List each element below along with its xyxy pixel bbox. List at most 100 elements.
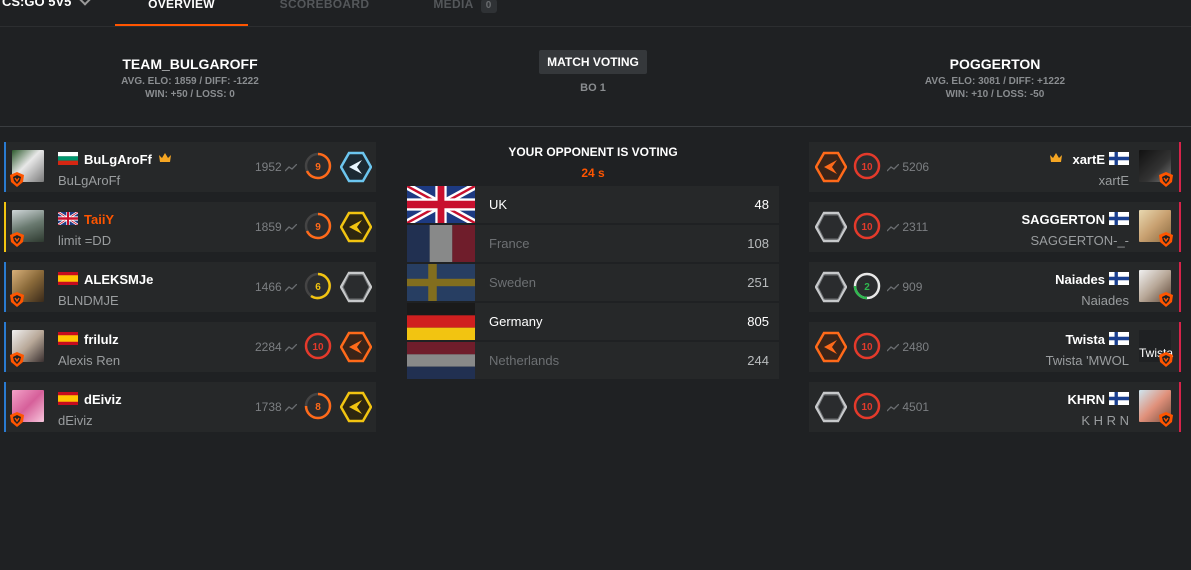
rank-icon bbox=[815, 271, 847, 303]
right-team-win-loss: WIN: +10 / LOSS: -50 bbox=[945, 89, 1045, 100]
level-badge: 10 bbox=[853, 332, 881, 360]
player-elo: 909 bbox=[887, 280, 922, 294]
level-badge: 10 bbox=[853, 152, 881, 180]
left-team-name: TEAM_BULGAROFF bbox=[122, 56, 258, 72]
left-team-avg-elo: AVG. ELO: 1859 / DIFF: -1222 bbox=[121, 76, 259, 87]
player-name[interactable]: KHRN bbox=[1067, 392, 1105, 407]
player-name[interactable]: Twista bbox=[1066, 332, 1106, 347]
trend-icon bbox=[285, 224, 297, 232]
player-name[interactable]: dEiviz bbox=[84, 392, 122, 407]
player-name[interactable]: ALEKSMJe bbox=[84, 272, 153, 287]
team-color-bar bbox=[1179, 202, 1181, 252]
level-badge: 9 bbox=[304, 212, 332, 240]
trend-icon bbox=[285, 404, 297, 412]
team-color-bar bbox=[4, 322, 6, 372]
rank-icon bbox=[815, 211, 847, 243]
flag-netherlands-icon bbox=[407, 342, 475, 379]
trend-icon bbox=[285, 164, 297, 172]
left-team-header: TEAM_BULGAROFF AVG. ELO: 1859 / DIFF: -1… bbox=[40, 56, 340, 101]
level-number: 9 bbox=[315, 222, 321, 233]
right-player-card[interactable]: 10 5206 xartE xartE bbox=[809, 142, 1181, 192]
map-option-germany[interactable]: Germany 805 bbox=[407, 303, 779, 340]
map-option-sweden[interactable]: Sweden 251 bbox=[407, 264, 779, 301]
right-player-card[interactable]: 10 4501 KHRN K H R N bbox=[809, 382, 1181, 432]
player-elo: 5206 bbox=[887, 160, 929, 174]
map-option-netherlands[interactable]: Netherlands 244 bbox=[407, 342, 779, 379]
rank-icon bbox=[340, 391, 372, 423]
flag-spain-icon bbox=[58, 392, 78, 405]
left-player-card[interactable]: frilulz Alexis Ren 2284 10 bbox=[4, 322, 376, 372]
team-color-bar bbox=[4, 142, 6, 192]
elo-value: 909 bbox=[902, 280, 923, 294]
player-nickname: K H R N bbox=[1081, 413, 1129, 428]
tab-overview[interactable]: OVERVIEW bbox=[115, 0, 248, 26]
elo-value: 2480 bbox=[902, 340, 930, 354]
level-number: 6 bbox=[315, 282, 321, 293]
flag-finland-icon bbox=[1109, 272, 1129, 285]
left-player-card[interactable]: dEiviz dEiviz 1738 8 bbox=[4, 382, 376, 432]
elo-value: 2284 bbox=[255, 340, 282, 354]
map-option-uk[interactable]: UK 48 bbox=[407, 186, 779, 223]
level-number: 2 bbox=[864, 282, 870, 293]
crown-icon bbox=[159, 153, 171, 163]
right-player-card[interactable]: 2 909 Naiades Naiades bbox=[809, 262, 1181, 312]
level-badge: 10 bbox=[304, 332, 332, 360]
map-name: Netherlands bbox=[489, 353, 560, 368]
flag-finland-icon bbox=[1109, 152, 1129, 165]
right-player-card[interactable]: 10 2480 Twista Twista 'MWOL Twista bbox=[809, 322, 1181, 372]
player-name[interactable]: frilulz bbox=[84, 332, 119, 347]
voting-status: YOUR OPPONENT IS VOTING bbox=[508, 145, 678, 159]
player-name[interactable]: TaiiY bbox=[84, 212, 114, 227]
faceit-shield-icon bbox=[10, 352, 24, 367]
map-name: Sweden bbox=[489, 275, 536, 290]
tab-scoreboard[interactable]: SCOREBOARD bbox=[258, 0, 391, 26]
right-player-card[interactable]: 10 2311 SAGGERTON SAGGERTON-_- bbox=[809, 202, 1181, 252]
match-voting-label: MATCH VOTING bbox=[539, 50, 647, 74]
player-elo: 2284 bbox=[255, 340, 297, 354]
left-player-card[interactable]: TaiiY limit =DD 1859 9 bbox=[4, 202, 376, 252]
level-badge: 9 bbox=[304, 152, 332, 180]
player-elo: 1859 bbox=[255, 220, 297, 234]
player-name[interactable]: Naiades bbox=[1055, 272, 1105, 287]
map-option-france[interactable]: France 108 bbox=[407, 225, 779, 262]
rank-icon bbox=[340, 151, 372, 183]
player-nickname: Naiades bbox=[1081, 293, 1129, 308]
tab-media[interactable]: MEDIA 0 bbox=[415, 0, 515, 26]
flag-finland-icon bbox=[1109, 392, 1129, 405]
player-elo: 1738 bbox=[255, 400, 297, 414]
player-nickname: SAGGERTON-_- bbox=[1030, 233, 1129, 248]
player-elo: 4501 bbox=[887, 400, 929, 414]
flag-uk-icon bbox=[58, 212, 78, 225]
left-team-win-loss: WIN: +50 / LOSS: 0 bbox=[145, 89, 235, 100]
flag-sweden-icon bbox=[407, 264, 475, 301]
right-team-name: POGGERTON bbox=[949, 56, 1041, 72]
tab-media-label: MEDIA bbox=[433, 0, 474, 11]
map-vote-count: 805 bbox=[747, 314, 769, 329]
rank-icon bbox=[815, 391, 847, 423]
left-player-card[interactable]: BuLgAroFf BuLgAroFf 1952 9 bbox=[4, 142, 376, 192]
right-team-header: POGGERTON AVG. ELO: 3081 / DIFF: +1222 W… bbox=[845, 56, 1145, 101]
player-name[interactable]: BuLgAroFf bbox=[84, 152, 152, 167]
game-selector[interactable]: CS:GO 5V5 bbox=[2, 0, 92, 9]
level-number: 10 bbox=[312, 342, 324, 353]
trend-icon bbox=[887, 284, 899, 292]
team-color-bar bbox=[4, 262, 6, 312]
map-name: France bbox=[489, 236, 530, 251]
player-nickname: dEiviz bbox=[58, 413, 93, 428]
left-player-card[interactable]: ALEKSMJe BLNDMJE 1466 6 bbox=[4, 262, 376, 312]
flag-uk-icon bbox=[407, 186, 475, 223]
elo-value: 1466 bbox=[255, 280, 282, 294]
player-name[interactable]: xartE bbox=[1072, 152, 1105, 167]
faceit-shield-icon bbox=[1159, 232, 1173, 247]
right-team-avg-elo: AVG. ELO: 3081 / DIFF: +1222 bbox=[924, 76, 1066, 87]
elo-value: 5206 bbox=[902, 160, 930, 174]
rank-icon bbox=[815, 151, 847, 183]
flag-germany-icon bbox=[407, 303, 475, 340]
elo-value: 1952 bbox=[255, 160, 282, 174]
faceit-shield-icon bbox=[1159, 172, 1173, 187]
faceit-shield-icon bbox=[10, 292, 24, 307]
match-voting-header: MATCH VOTING BO 1 bbox=[533, 50, 653, 94]
player-name[interactable]: SAGGERTON bbox=[1021, 212, 1105, 227]
level-number: 10 bbox=[861, 402, 873, 413]
trend-icon bbox=[887, 404, 899, 412]
